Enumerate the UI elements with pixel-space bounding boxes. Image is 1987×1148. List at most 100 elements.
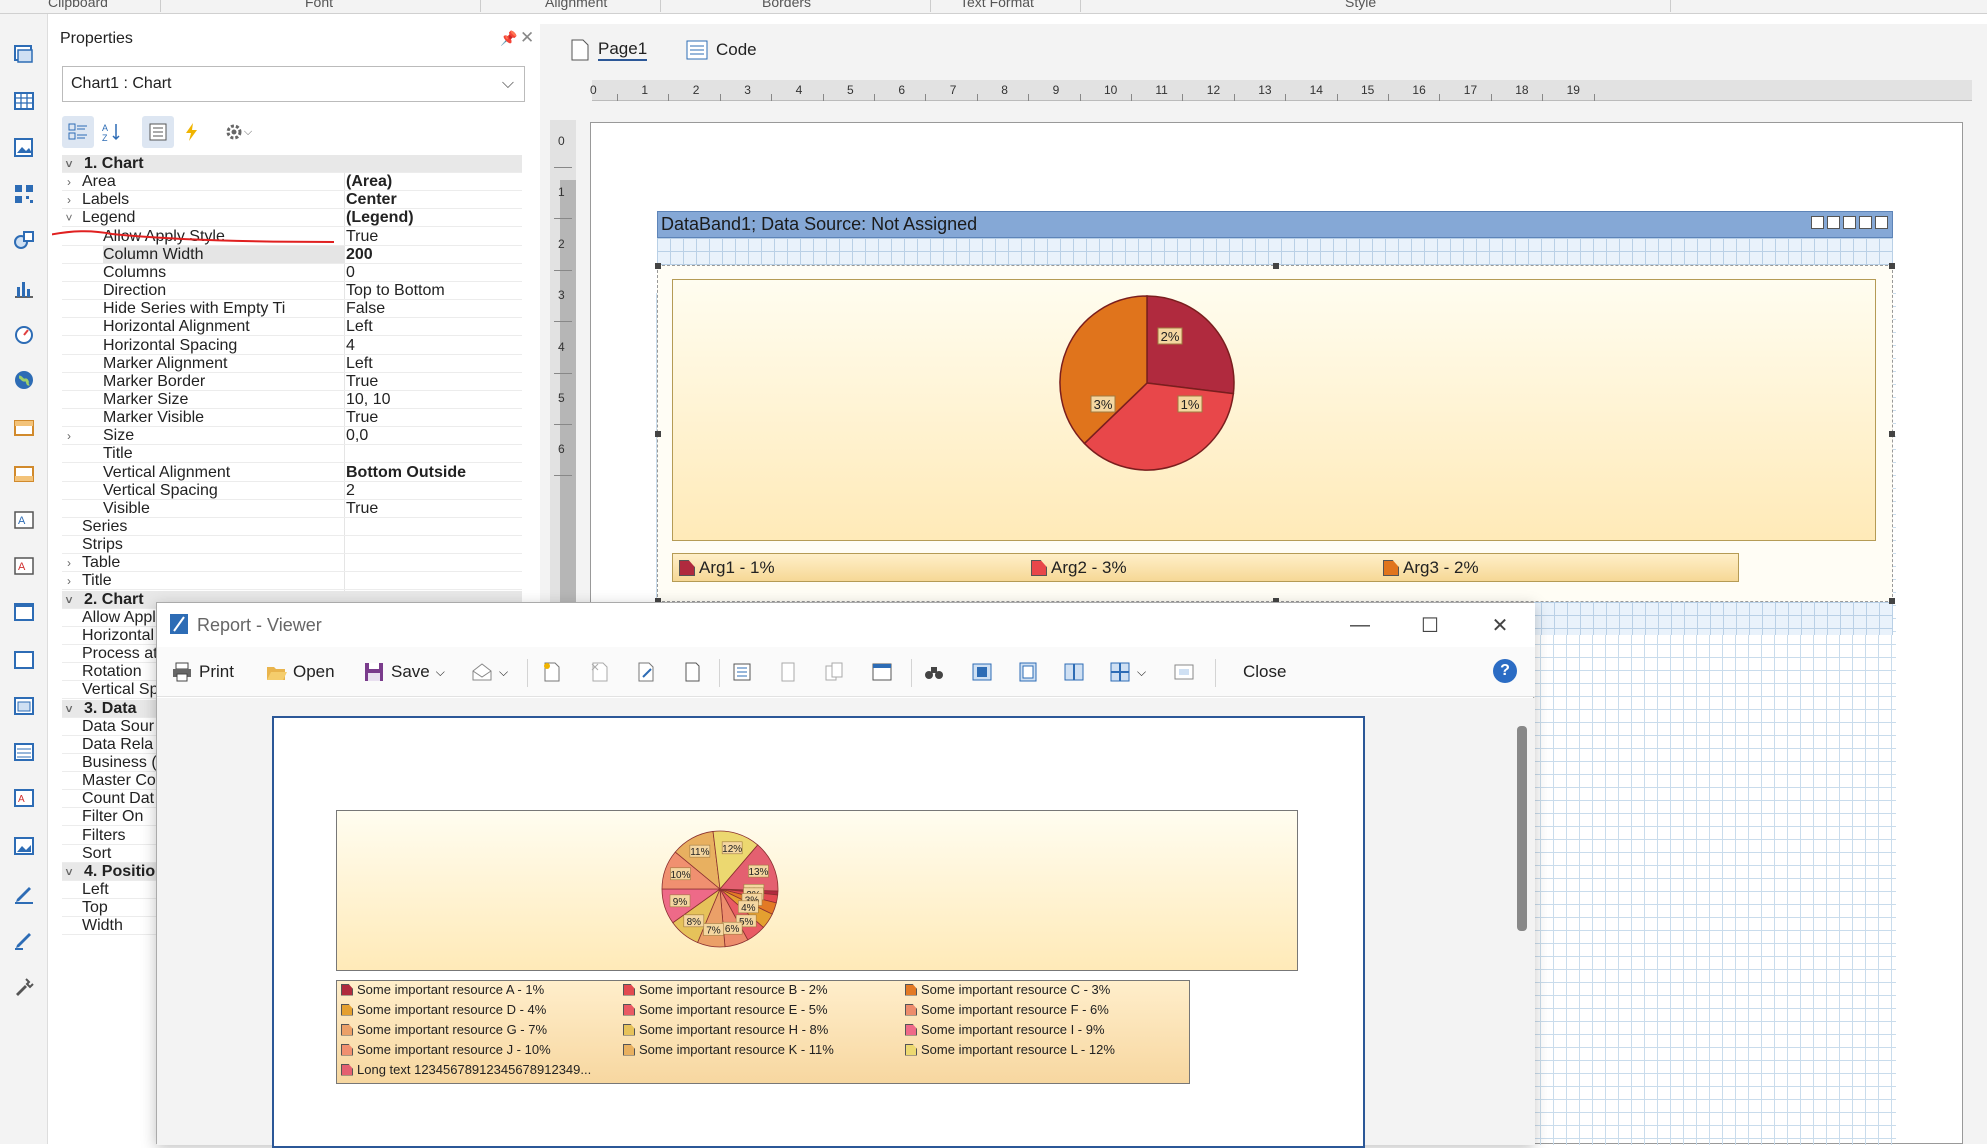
property-row[interactable]: Marker Visible True	[62, 409, 522, 427]
property-row[interactable]: › Table	[62, 554, 522, 572]
band-option-icon[interactable]	[1843, 216, 1856, 229]
property-row[interactable]: Vertical Alignment Bottom Outside	[62, 464, 522, 482]
property-value[interactable]: 200	[346, 246, 522, 263]
pen-icon[interactable]	[12, 882, 36, 906]
property-row[interactable]: › Size 0,0	[62, 427, 522, 445]
table-view-button[interactable]	[871, 657, 893, 687]
map-icon[interactable]	[12, 368, 36, 392]
edit-button[interactable]	[635, 657, 657, 687]
resize-handle[interactable]	[1889, 431, 1895, 437]
property-row[interactable]: Hide Series with Empty Ti False	[62, 300, 522, 318]
property-value[interactable]: (Legend)	[346, 209, 522, 226]
shape-icon[interactable]	[12, 228, 36, 252]
header-band-icon[interactable]	[12, 416, 36, 440]
band-option-icon[interactable]	[1859, 216, 1872, 229]
component-selector[interactable]: Chart1 : Chart ⌵	[62, 66, 525, 102]
property-value[interactable]: False	[346, 300, 522, 317]
expand-chevron-icon[interactable]: ›	[62, 191, 76, 208]
property-row[interactable]: Horizontal Spacing 4	[62, 337, 522, 355]
help-button[interactable]: ?	[1493, 659, 1517, 683]
property-row[interactable]: Marker Size 10, 10	[62, 391, 522, 409]
chart-icon[interactable]	[12, 276, 36, 300]
text-box-icon[interactable]: A	[12, 786, 36, 810]
property-value[interactable]: True	[346, 373, 522, 390]
property-row[interactable]: › Area (Area)	[62, 173, 522, 191]
tab-code[interactable]: Code	[676, 32, 767, 68]
property-row[interactable]: Columns 0	[62, 264, 522, 282]
footer-band-icon[interactable]	[12, 462, 36, 486]
full-screen-button[interactable]	[1173, 657, 1195, 687]
property-value[interactable]: 2	[346, 482, 522, 499]
property-value[interactable]: 4	[346, 337, 522, 354]
continuous-button[interactable]	[1017, 657, 1039, 687]
expand-chevron-icon[interactable]: ›	[62, 572, 76, 589]
image-icon[interactable]	[12, 136, 36, 160]
tab-page1[interactable]: Page1	[560, 32, 657, 68]
bookmarks-button[interactable]	[731, 657, 753, 687]
text-icon[interactable]: A	[12, 508, 36, 532]
expand-chevron-icon[interactable]: ˅	[62, 209, 76, 226]
expand-chevron-icon[interactable]: ›	[62, 427, 76, 444]
subreport-icon[interactable]	[12, 694, 36, 718]
property-value[interactable]: Left	[346, 355, 522, 372]
resize-handle[interactable]	[655, 263, 661, 269]
property-value[interactable]: Top to Bottom	[346, 282, 522, 299]
expand-chevron-icon[interactable]: ›	[62, 554, 76, 571]
expand-chevron-icon[interactable]: ›	[62, 173, 76, 190]
property-value[interactable]: True	[346, 500, 522, 517]
table-icon[interactable]	[12, 89, 36, 113]
property-row[interactable]: Horizontal Alignment Left	[62, 318, 522, 336]
categorized-icon[interactable]	[62, 116, 94, 148]
expand-chevron-icon[interactable]: ˅	[62, 591, 76, 608]
property-row[interactable]: Series	[62, 518, 522, 536]
band-option-icon[interactable]	[1875, 216, 1888, 229]
resize-handle[interactable]	[1889, 598, 1895, 604]
multiple-pages-button[interactable]: ⌵	[1109, 657, 1146, 687]
single-page-button[interactable]	[971, 657, 993, 687]
page-icon[interactable]	[12, 42, 36, 66]
band-option-icon[interactable]	[1827, 216, 1840, 229]
page-size-button[interactable]	[681, 657, 703, 687]
find-button[interactable]	[923, 657, 945, 687]
tools-icon[interactable]	[12, 976, 36, 1000]
data-band-header[interactable]: DataBand1; Data Source: Not Assigned	[657, 211, 1893, 238]
data-band-icon[interactable]	[12, 740, 36, 764]
send-button[interactable]: ⌵	[471, 657, 508, 687]
property-row[interactable]: Column Width 200	[62, 246, 522, 264]
property-row[interactable]: Marker Border True	[62, 373, 522, 391]
thumbnails-button[interactable]	[823, 657, 845, 687]
property-category[interactable]: ˅ 1. Chart	[62, 155, 522, 173]
signature-icon[interactable]	[12, 928, 36, 952]
property-value[interactable]: Bottom Outside	[346, 464, 522, 481]
events-icon[interactable]	[176, 116, 208, 148]
container-icon[interactable]	[12, 648, 36, 672]
resize-handle[interactable]	[655, 431, 661, 437]
property-value[interactable]: 10, 10	[346, 391, 522, 408]
expand-chevron-icon[interactable]: ˅	[62, 863, 76, 880]
parameters-button[interactable]	[777, 657, 799, 687]
settings-gear-icon[interactable]: ⌵	[218, 116, 258, 148]
panel-icon[interactable]	[12, 600, 36, 624]
band-option-icon[interactable]	[1811, 216, 1824, 229]
sort-alphabetical-icon[interactable]: AZ	[96, 116, 128, 148]
property-row[interactable]: › Labels Center	[62, 191, 522, 209]
expand-chevron-icon[interactable]: ˅	[62, 700, 76, 717]
property-row[interactable]: Direction Top to Bottom	[62, 282, 522, 300]
close-icon[interactable]: ✕	[520, 28, 534, 48]
open-button[interactable]: Open	[265, 657, 335, 687]
property-row[interactable]: Title	[62, 445, 522, 463]
property-row[interactable]: › Title	[62, 572, 522, 590]
save-button[interactable]: Save ⌵	[363, 657, 445, 687]
picture-icon[interactable]	[12, 834, 36, 858]
close-window-button[interactable]: ✕	[1465, 603, 1535, 647]
property-value[interactable]: 0,0	[346, 427, 522, 444]
close-button[interactable]: Close	[1243, 657, 1286, 687]
two-pages-button[interactable]	[1063, 657, 1085, 687]
expand-chevron-icon[interactable]: ˅	[62, 155, 76, 172]
resize-handle[interactable]	[1273, 263, 1279, 269]
property-value[interactable]: Left	[346, 318, 522, 335]
minimize-button[interactable]: —	[1325, 603, 1395, 647]
delete-page-button[interactable]	[589, 657, 611, 687]
property-value[interactable]: True	[346, 409, 522, 426]
property-row[interactable]: Marker Alignment Left	[62, 355, 522, 373]
